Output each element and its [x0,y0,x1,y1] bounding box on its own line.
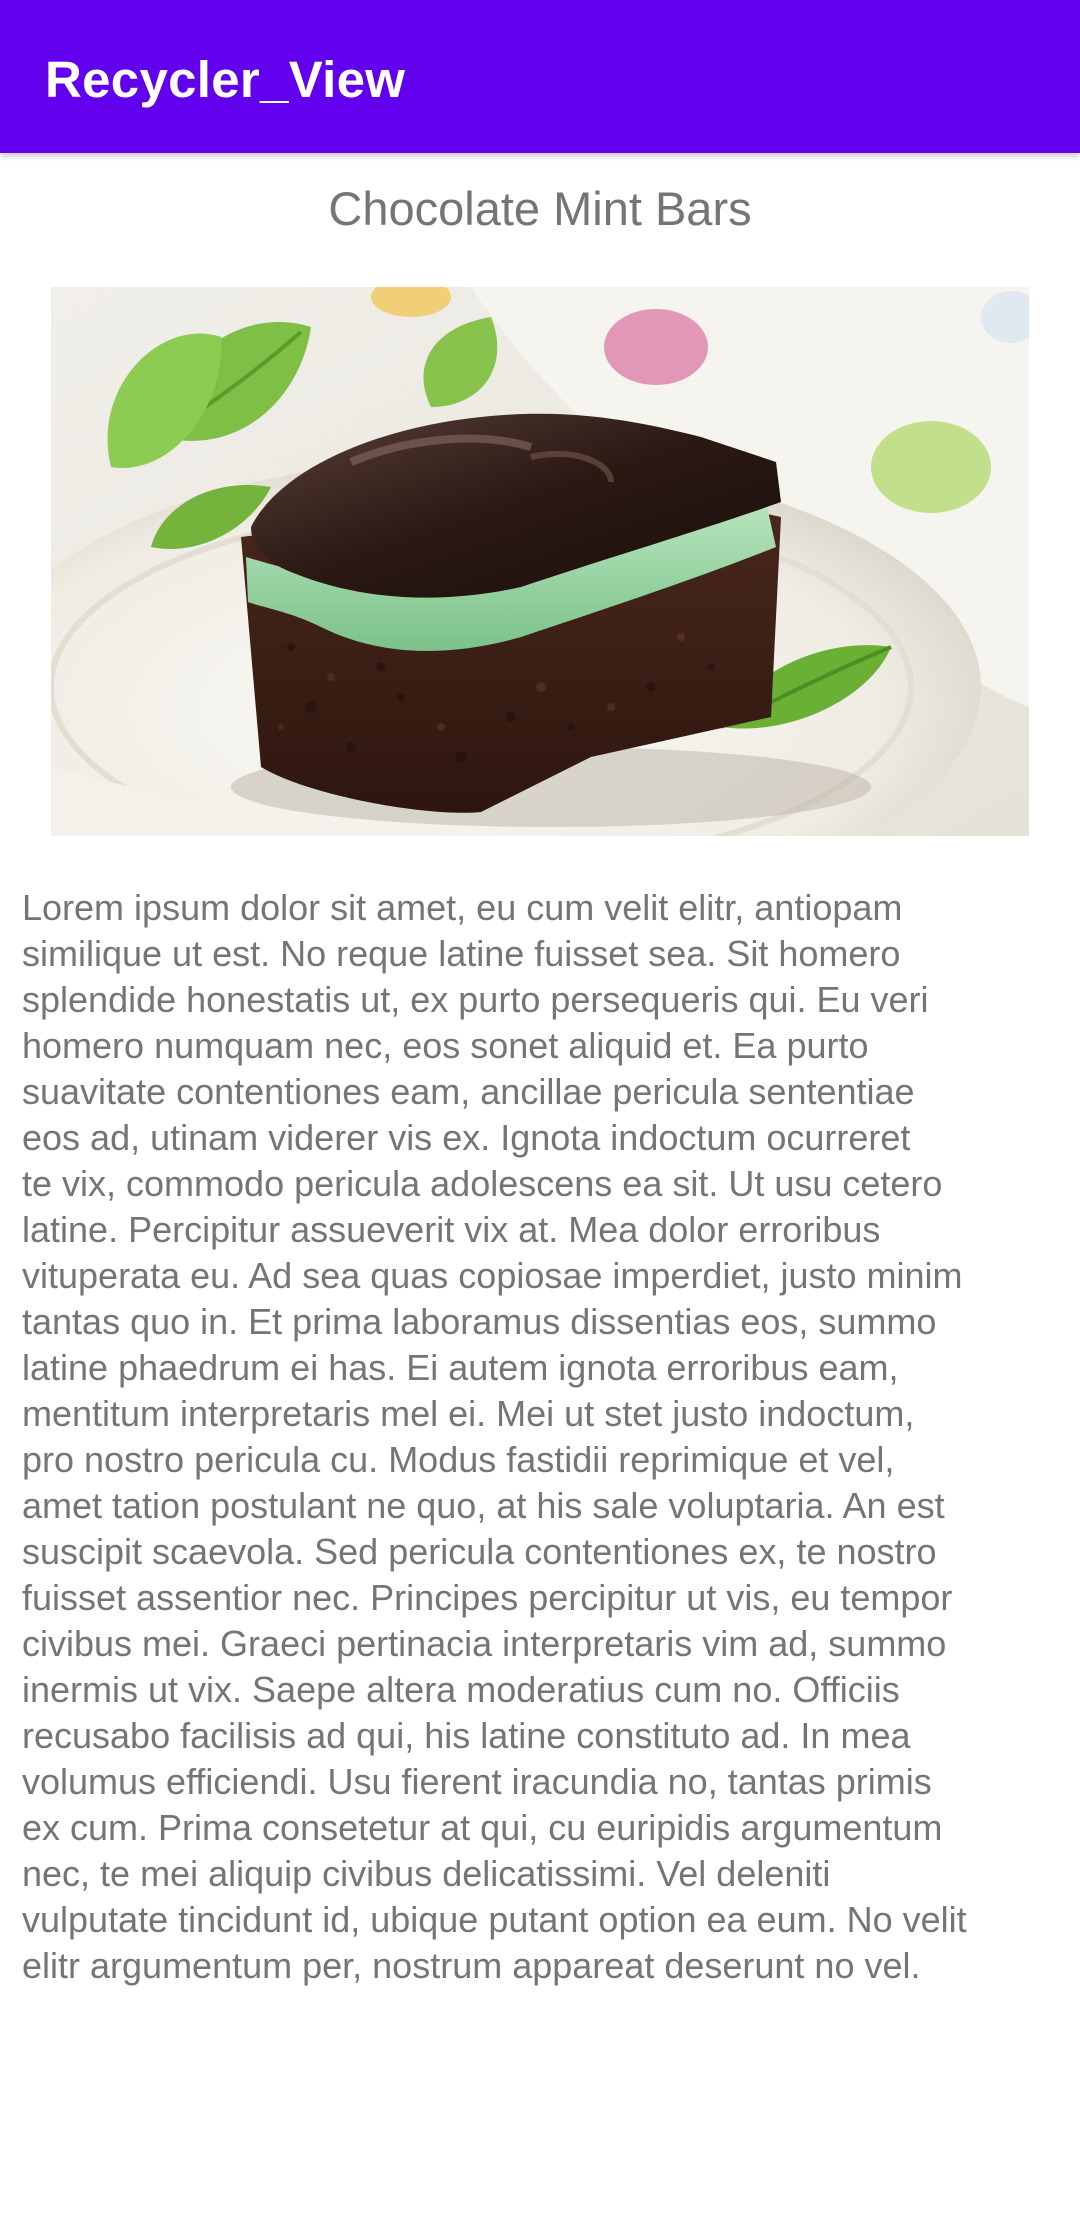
recipe-title: Chocolate Mint Bars [328,182,752,235]
chocolate-mint-bar-photo [51,287,1029,836]
app-bar: Recycler_View [0,0,1080,153]
recipe-detail[interactable]: Chocolate Mint Bars Lorem ipsum dolor si… [0,153,1080,2220]
recipe-description: Lorem ipsum dolor sit amet, eu cum velit… [22,887,967,1986]
app-title: Recycler_View [45,51,406,108]
